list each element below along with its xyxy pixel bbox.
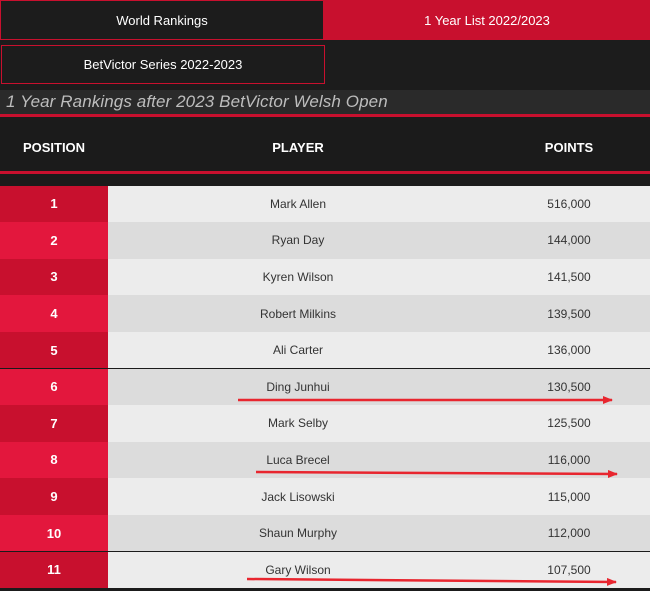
table-row: 2 Ryan Day 144,000 (0, 222, 650, 259)
rankings-table-body: 1 Mark Allen 516,000 2 Ryan Day 144,000 … (0, 177, 650, 591)
row-points: 136,000 (488, 331, 650, 369)
header-player: PLAYER (272, 139, 324, 155)
row-position: 1 (0, 185, 108, 223)
row-position: 7 (0, 405, 108, 442)
table-row: 8 Luca Brecel 116,000 (0, 441, 650, 479)
row-player: Mark Selby (108, 405, 488, 442)
ranking-tabs: World Rankings 1 Year List 2022/2023 (0, 0, 650, 40)
row-points: 125,500 (488, 405, 650, 442)
row-points: 115,000 (488, 478, 650, 515)
row-points: 116,000 (488, 441, 650, 479)
row-points: 112,000 (488, 514, 650, 552)
row-player: Robert Milkins (108, 295, 488, 332)
table-row: 7 Mark Selby 125,500 (0, 405, 650, 442)
row-points: 139,500 (488, 295, 650, 332)
row-position: 4 (0, 295, 108, 332)
table-row: 10 Shaun Murphy 112,000 (0, 514, 650, 552)
table-row: 11 Gary Wilson 107,500 (0, 551, 650, 589)
row-position: 10 (0, 514, 108, 552)
table-row: 4 Robert Milkins 139,500 (0, 295, 650, 332)
row-position: 6 (0, 368, 108, 406)
row-player: Kyren Wilson (108, 258, 488, 296)
header-points: POINTS (544, 139, 594, 155)
page-subtitle: 1 Year Rankings after 2023 BetVictor Wel… (6, 92, 388, 111)
row-position: 3 (0, 258, 108, 296)
row-points: 516,000 (488, 185, 650, 223)
row-player: Ryan Day (108, 222, 488, 259)
subtitle-bar: 1 Year Rankings after 2023 BetVictor Wel… (0, 90, 650, 117)
row-player: Luca Brecel (108, 441, 488, 479)
table-row: 9 Jack Lisowski 115,000 (0, 478, 650, 515)
table-row: 3 Kyren Wilson 141,500 (0, 258, 650, 296)
row-player: Mark Allen (108, 185, 488, 223)
row-position: 8 (0, 441, 108, 479)
row-points: 141,500 (488, 258, 650, 296)
row-points: 130,500 (488, 368, 650, 406)
tab-world-rankings[interactable]: World Rankings (0, 0, 324, 40)
table-row: 6 Ding Junhui 130,500 (0, 368, 650, 406)
series-tab-row: BetVictor Series 2022-2023 (0, 40, 650, 90)
row-player: Shaun Murphy (108, 514, 488, 552)
row-position: 11 (0, 551, 108, 589)
header-position: POSITION (22, 139, 86, 155)
row-points: 144,000 (488, 222, 650, 259)
table-header: POSITION PLAYER POINTS (0, 120, 650, 174)
row-player: Jack Lisowski (108, 478, 488, 515)
table-row: 1 Mark Allen 516,000 (0, 185, 650, 223)
row-player: Ali Carter (108, 331, 488, 369)
row-position: 5 (0, 331, 108, 369)
row-position: 2 (0, 222, 108, 259)
table-row: 5 Ali Carter 136,000 (0, 331, 650, 369)
tab-one-year-list[interactable]: 1 Year List 2022/2023 (324, 0, 650, 40)
row-points: 107,500 (488, 551, 650, 589)
row-player: Gary Wilson (108, 551, 488, 589)
row-player: Ding Junhui (108, 368, 488, 406)
tab-betvictor-series[interactable]: BetVictor Series 2022-2023 (1, 45, 325, 84)
row-position: 9 (0, 478, 108, 515)
